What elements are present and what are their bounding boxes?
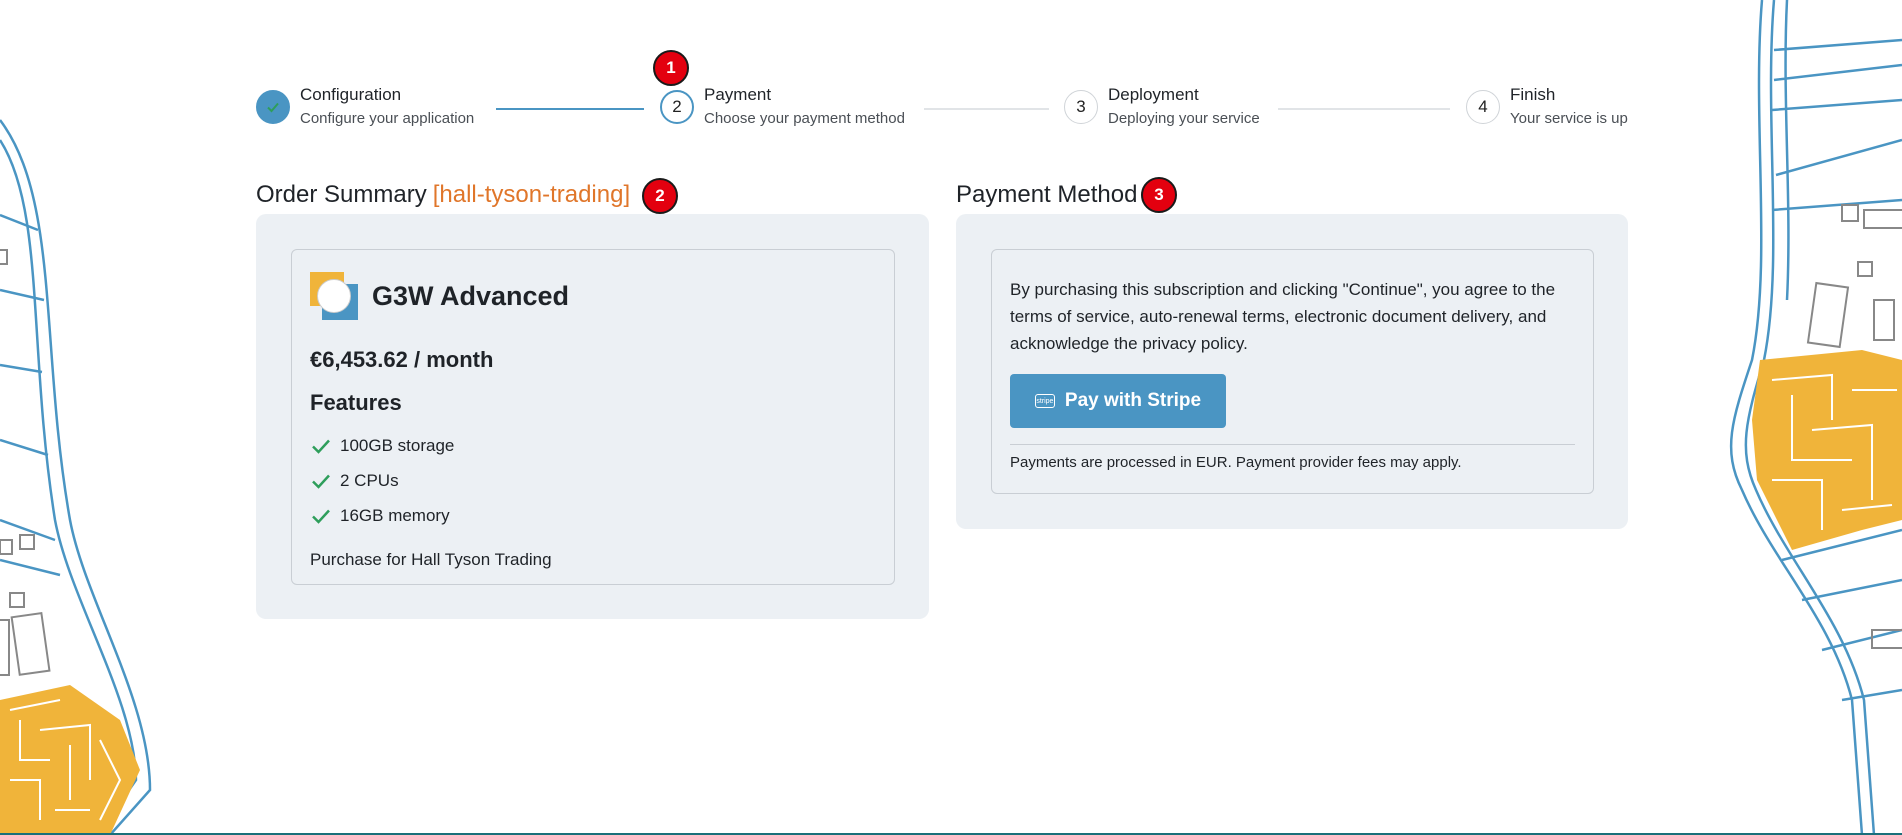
- step-connector-2: [924, 108, 1049, 110]
- step-connector-1: [496, 108, 644, 110]
- order-summary-heading: Order Summary [hall-tyson-trading]: [256, 180, 630, 210]
- feature-item: 16GB memory: [310, 498, 454, 533]
- progress-stepper: Configuration Configure your application…: [256, 84, 1628, 134]
- step-deployment[interactable]: 3 Deployment Deploying your service: [1064, 84, 1260, 130]
- step-title: Deployment: [1108, 85, 1199, 104]
- annotation-badge-2: 2: [642, 178, 678, 214]
- stripe-icon: stripe: [1034, 394, 1055, 408]
- step-payment[interactable]: 2 Payment Choose your payment method: [660, 84, 905, 130]
- organization-tag: [hall-tyson-trading]: [432, 181, 631, 208]
- purchase-for-text: Purchase for Hall Tyson Trading: [310, 550, 552, 569]
- payment-method-panel: By purchasing this subscription and clic…: [956, 214, 1628, 529]
- map-illustration-right: [1729, 0, 1902, 835]
- check-icon: [312, 509, 330, 524]
- feature-item: 2 CPUs: [310, 463, 454, 498]
- order-summary-title: Order Summary: [256, 181, 427, 208]
- step-number: 3: [1064, 90, 1098, 124]
- map-illustration-left: [0, 119, 152, 835]
- payment-card: By purchasing this subscription and clic…: [991, 249, 1594, 494]
- step-subtitle: Deploying your service: [1108, 110, 1260, 127]
- step-title: Finish: [1510, 85, 1556, 104]
- step-connector-3: [1278, 108, 1450, 110]
- payment-method-heading: Payment Method: [956, 181, 1138, 208]
- check-icon: [312, 474, 330, 489]
- product-name: G3W Advanced: [372, 280, 570, 311]
- step-title: Payment: [704, 85, 772, 104]
- pay-with-stripe-label: Pay with Stripe: [1064, 390, 1202, 411]
- features-list: 100GB storage 2 CPUs 16GB memory: [310, 428, 454, 533]
- feature-label: 2 CPUs: [340, 470, 399, 490]
- features-title: Features: [310, 390, 402, 415]
- pay-with-stripe-button[interactable]: stripe Pay with Stripe: [1010, 374, 1226, 428]
- product-card: G3W Advanced €6,453.62 / month Features …: [291, 249, 895, 585]
- annotation-badge-1: 1: [653, 50, 689, 86]
- step-subtitle: Your service is up: [1510, 110, 1628, 127]
- order-summary-panel: G3W Advanced €6,453.62 / month Features …: [256, 214, 929, 619]
- step-subtitle: Choose your payment method: [704, 110, 905, 127]
- step-title: Configuration: [300, 85, 402, 104]
- feature-item: 100GB storage: [310, 428, 454, 463]
- step-number: 4: [1466, 90, 1500, 124]
- product-logo: [310, 272, 358, 320]
- step-finish[interactable]: 4 Finish Your service is up: [1466, 84, 1628, 130]
- feature-label: 100GB storage: [340, 435, 455, 455]
- check-icon: [267, 102, 279, 113]
- step-configuration[interactable]: Configuration Configure your application: [256, 84, 474, 130]
- product-price: €6,453.62 / month: [310, 347, 494, 372]
- divider: [1010, 444, 1575, 445]
- annotation-badge-3: 3: [1141, 177, 1177, 213]
- feature-label: 16GB memory: [340, 505, 450, 525]
- step-number: 2: [660, 90, 694, 124]
- step-circle-completed: [256, 90, 290, 124]
- payment-note: Payments are processed in EUR. Payment p…: [1010, 454, 1462, 471]
- step-subtitle: Configure your application: [300, 110, 475, 127]
- check-icon: [312, 439, 330, 454]
- terms-text: By purchasing this subscription and clic…: [1010, 280, 1556, 353]
